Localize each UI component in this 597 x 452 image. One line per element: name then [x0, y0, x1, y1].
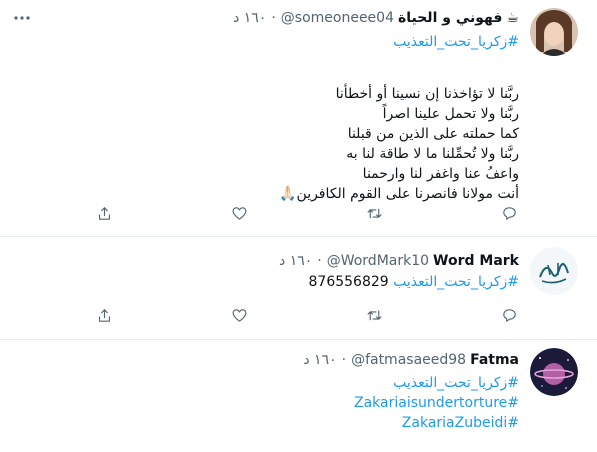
share-icon[interactable] — [92, 303, 116, 327]
tweet-header: ☕ فهوني و الحياة @someoneee04 · ١٦٠ د — [233, 8, 519, 28]
avatar[interactable] — [530, 348, 578, 396]
tweet-header: Fatma @fatmasaeed98 · ١٦٠ د — [303, 350, 519, 370]
author-handle[interactable]: @WordMark10 — [327, 253, 429, 269]
tweet-number: 876556829 — [308, 274, 389, 290]
reply-icon[interactable] — [497, 201, 521, 225]
hashtag-link[interactable]: #زكريا_تحت_التعذيب — [393, 274, 519, 290]
tweet[interactable]: ☕ فهوني و الحياة @someoneee04 · ١٦٠ د #ز… — [0, 0, 597, 236]
tweet-text-line: ربَّنا ولا تُحمِّلنا ما لا طاقة لنا به — [346, 146, 519, 162]
hashtag-link[interactable]: #Zakariaisundertorture — [14, 393, 519, 413]
tweet[interactable]: Fatma @fatmasaeed98 · ١٦٠ د #زكريا_تحت_ا… — [0, 340, 597, 452]
tweet[interactable]: Word Mark @WordMark10 · ١٦٠ د #زكريا_تحت… — [0, 237, 597, 339]
avatar[interactable] — [530, 8, 578, 56]
tweet-body: #زكريا_تحت_التعذيب ربَّنا لا تؤاخذنا إن … — [14, 32, 519, 204]
like-icon[interactable] — [227, 201, 251, 225]
share-icon[interactable] — [92, 201, 116, 225]
tweet-actions — [0, 303, 597, 327]
hashtag-link[interactable]: #ZakariaZubeidi — [14, 413, 519, 433]
separator-dot: · — [271, 10, 276, 26]
timestamp[interactable]: ١٦٠ د — [279, 253, 312, 269]
author-name[interactable]: Fatma — [470, 352, 519, 368]
timestamp[interactable]: ١٦٠ د — [303, 352, 336, 368]
retweet-icon[interactable] — [362, 201, 386, 225]
tweet-actions — [0, 201, 597, 225]
retweet-icon[interactable] — [362, 303, 386, 327]
author-handle[interactable]: @fatmasaeed98 — [351, 352, 466, 368]
separator-dot: · — [317, 253, 322, 269]
tweet-text-line: ربَّنا ولا تحمل علينا اصراً — [382, 106, 519, 122]
hashtag-link[interactable]: #زكريا_تحت_التعذيب — [14, 32, 519, 52]
avatar[interactable] — [530, 247, 578, 295]
like-icon[interactable] — [227, 303, 251, 327]
author-name[interactable]: فهوني و الحياة — [398, 10, 502, 26]
author-handle[interactable]: @someoneee04 — [281, 10, 394, 26]
reply-icon[interactable] — [497, 303, 521, 327]
timeline: ☕ فهوني و الحياة @someoneee04 · ١٦٠ د #ز… — [0, 0, 597, 452]
coffee-icon: ☕ — [506, 10, 519, 26]
tweet-body: #زكريا_تحت_التعذيب #Zakariaisundertortur… — [14, 373, 519, 433]
hashtag-link[interactable]: #زكريا_تحت_التعذيب — [14, 373, 519, 393]
timestamp[interactable]: ١٦٠ د — [233, 10, 266, 26]
tweet-header: Word Mark @WordMark10 · ١٦٠ د — [279, 251, 519, 271]
separator-dot: · — [341, 352, 347, 368]
tweet-text-line: ربَّنا لا تؤاخذنا إن نسينا أو أخطأنا — [335, 86, 519, 102]
tweet-text-line: واعفُ عنا واغفر لنا وارحمنا — [362, 166, 519, 182]
tweet-text-line: كما حملته على الذين من قبلنا — [347, 126, 519, 142]
author-name[interactable]: Word Mark — [433, 253, 519, 269]
more-icon[interactable] — [12, 8, 32, 28]
tweet-body: #زكريا_تحت_التعذيب 876556829 — [14, 272, 519, 292]
tweet-text-line: #زكريا_تحت_التعذيب 876556829 — [14, 272, 519, 292]
